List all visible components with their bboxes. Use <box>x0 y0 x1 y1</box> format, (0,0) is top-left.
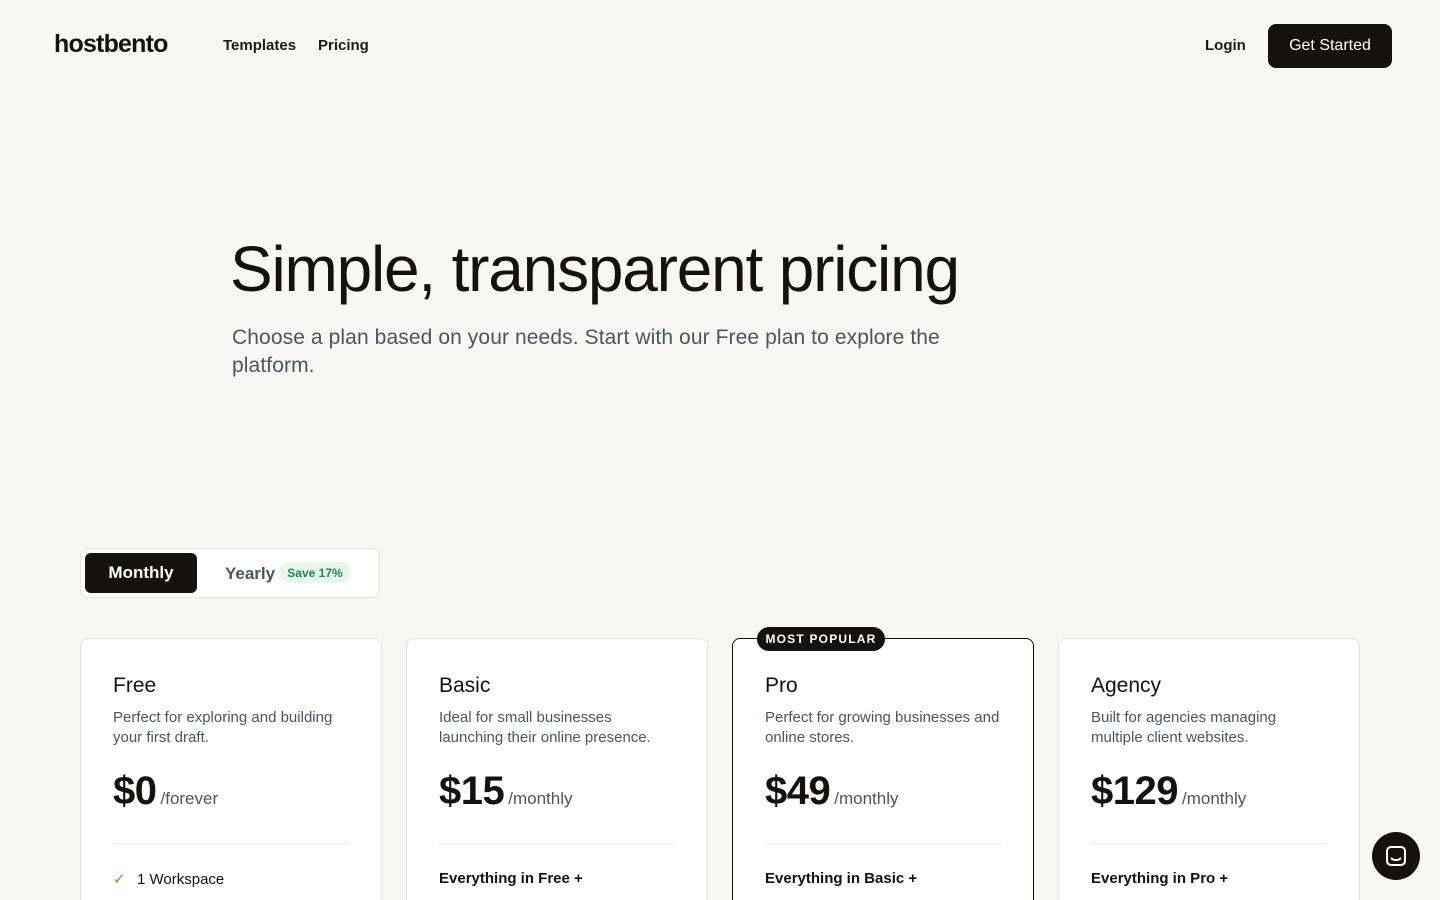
chat-launcher-button[interactable] <box>1372 832 1420 880</box>
monthly-option[interactable]: Monthly <box>85 553 197 593</box>
check-icon: ✓ <box>113 871 126 888</box>
plan-price: $15 <box>439 769 505 813</box>
plan-description: Built for agencies managing multiple cli… <box>1091 709 1277 746</box>
plan-name: Basic <box>439 674 491 697</box>
page-subtitle: Choose a plan based on your needs. Start… <box>232 326 940 377</box>
price-row: $49/monthly <box>765 769 899 814</box>
plan-description: Ideal for small businesses launching the… <box>439 709 651 746</box>
logo[interactable]: hostbento <box>54 30 168 59</box>
feature-heading: Everything in Free + <box>439 870 583 887</box>
feature-item: ✓ 1 Workspace <box>113 870 224 888</box>
plan-description: Perfect for exploring and building your … <box>113 709 333 746</box>
plan-card-basic: Basic Ideal for small businesses launchi… <box>406 638 708 900</box>
feature-label: 1 Workspace <box>137 871 225 888</box>
price-row: $129/monthly <box>1091 769 1246 814</box>
plan-period: /monthly <box>1181 789 1247 808</box>
get-started-button[interactable]: Get Started <box>1268 24 1392 68</box>
divider <box>113 843 349 844</box>
billing-toggle: Monthly Yearly Save 17% <box>80 548 380 598</box>
plan-price: $129 <box>1091 769 1178 813</box>
feature-heading: Everything in Basic + <box>765 870 918 887</box>
feature-heading: Everything in Pro + <box>1091 870 1229 887</box>
plan-price: $0 <box>113 769 157 813</box>
plan-description: Perfect for growing businesses and onlin… <box>765 709 1000 746</box>
page-title: Simple, transparent pricing <box>230 233 960 305</box>
chat-icon <box>1386 846 1406 866</box>
yearly-option[interactable]: Yearly <box>225 564 275 584</box>
plan-period: /monthly <box>834 789 899 808</box>
plan-period: /forever <box>160 789 219 808</box>
plan-card-free: Free Perfect for exploring and building … <box>80 638 382 900</box>
plan-price: $49 <box>765 769 831 813</box>
plan-card-agency: Agency Built for agencies managing multi… <box>1058 638 1360 900</box>
nav-pricing-link[interactable]: Pricing <box>318 37 369 54</box>
price-row: $15/monthly <box>439 769 573 814</box>
divider <box>765 843 1001 844</box>
plan-period: /monthly <box>508 789 573 808</box>
divider <box>1091 843 1327 844</box>
most-popular-badge: MOST POPULAR <box>757 627 885 651</box>
plan-name: Agency <box>1091 674 1162 697</box>
plan-name: Pro <box>765 674 798 697</box>
plan-name: Free <box>113 674 157 697</box>
plan-card-pro: Pro Perfect for growing businesses and o… <box>732 638 1034 900</box>
top-nav: hostbento Templates Pricing Login Get St… <box>0 0 1440 92</box>
nav-templates-link[interactable]: Templates <box>223 37 296 54</box>
divider <box>439 843 675 844</box>
login-link[interactable]: Login <box>1205 37 1246 54</box>
price-row: $0/forever <box>113 769 218 814</box>
save-badge: Save 17% <box>279 562 351 583</box>
